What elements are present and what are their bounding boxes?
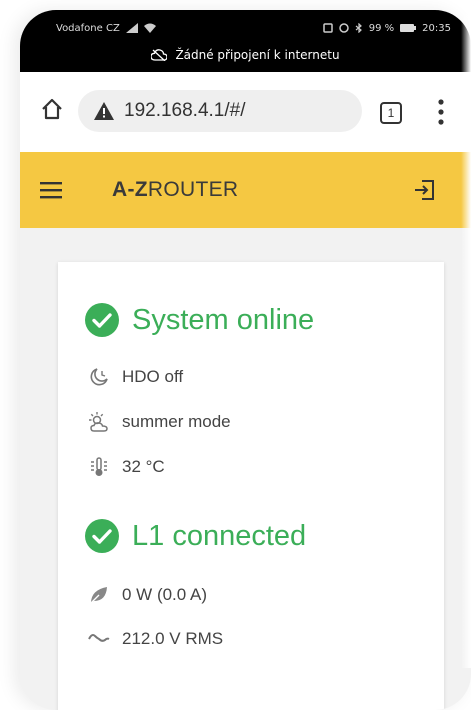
warning-icon[interactable] <box>94 102 114 120</box>
voltage-row: 212.0 V RMS <box>88 628 223 650</box>
cloud-off-icon <box>151 49 168 61</box>
tab-switcher-button[interactable]: 1 <box>380 102 402 124</box>
hdo-row: HDO off <box>88 366 183 388</box>
wifi-icon <box>143 23 156 33</box>
battery-percent: 99 % <box>368 22 395 34</box>
status-row: Vodafone CZ 99 % 20:35 <box>56 20 451 36</box>
temperature-text: 32 °C <box>122 457 165 476</box>
mode-text: summer mode <box>122 412 231 431</box>
carrier-label: Vodafone CZ <box>56 22 120 34</box>
status-bar: Vodafone CZ 99 % 20:35 Žádné připojení k… <box>20 10 471 72</box>
sun-cloud-icon <box>89 412 108 432</box>
system-status-heading: System online <box>84 302 314 338</box>
bluetooth-icon <box>355 23 362 33</box>
browser-toolbar: 192.168.4.1/#/ 1 <box>20 72 471 153</box>
brand-bold: A-Z <box>112 178 148 201</box>
leaf-icon <box>89 587 107 605</box>
address-bar[interactable]: 192.168.4.1/#/ <box>78 90 362 132</box>
status-card: System online HDO off summer mode 32 °C … <box>58 262 444 710</box>
phone-screen: Vodafone CZ 99 % 20:35 Žádné připojení k… <box>20 10 471 710</box>
edge-fade <box>461 0 471 668</box>
brand-rest: ROUTER <box>147 178 239 201</box>
power-row: 0 W (0.0 A) <box>88 584 207 606</box>
thermometer-icon <box>91 457 107 476</box>
mode-row: summer mode <box>88 411 231 433</box>
power-text: 0 W (0.0 A) <box>122 585 208 604</box>
alarm-icon <box>339 23 349 33</box>
nfc-icon <box>323 23 333 33</box>
l1-status-text: L1 connected <box>132 519 307 552</box>
temperature-row: 32 °C <box>88 456 165 478</box>
battery-icon <box>400 24 417 32</box>
hdo-text: HDO off <box>122 367 184 386</box>
l1-status-heading: L1 connected <box>84 518 306 554</box>
voltage-text: 212.0 V RMS <box>122 629 224 648</box>
no-connection-banner: Žádné připojení k internetu <box>20 48 471 62</box>
more-menu-icon[interactable] <box>438 99 444 125</box>
night-clock-icon <box>90 368 108 386</box>
check-circle-icon <box>85 303 119 337</box>
clock: 20:35 <box>422 22 451 34</box>
status-left: Vodafone CZ <box>56 23 156 34</box>
logout-icon[interactable] <box>412 178 436 202</box>
signal-icon <box>125 23 138 33</box>
home-icon[interactable] <box>40 97 64 121</box>
status-right: 99 % 20:35 <box>323 23 451 34</box>
check-circle-icon <box>85 519 119 553</box>
no-connection-text: Žádné připojení k internetu <box>175 48 340 62</box>
app-brand: A-ZROUTER <box>112 178 238 202</box>
url-text[interactable]: 192.168.4.1/#/ <box>124 100 246 122</box>
system-status-text: System online <box>132 303 315 336</box>
hamburger-menu-icon[interactable] <box>40 180 62 200</box>
app-header: A-ZROUTER <box>20 152 471 228</box>
sine-wave-icon <box>88 634 110 642</box>
